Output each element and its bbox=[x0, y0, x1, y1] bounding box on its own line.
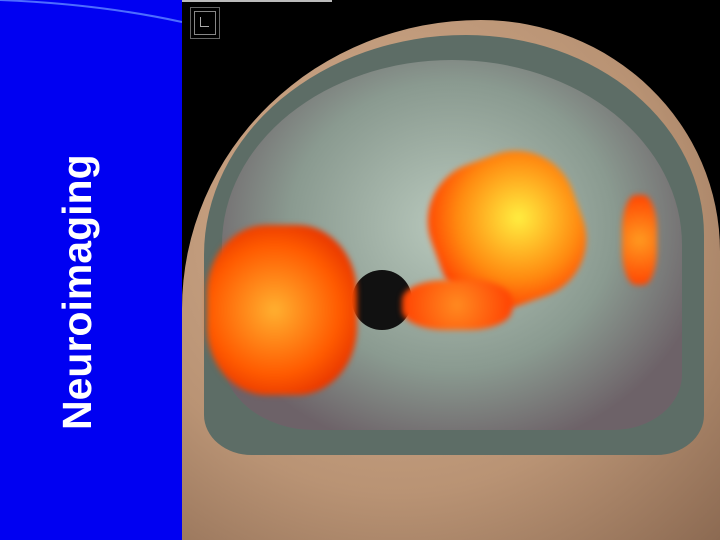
viewer-logo-icon bbox=[190, 7, 220, 39]
slide-title: Neuroimaging bbox=[54, 154, 100, 430]
brain-image bbox=[182, 0, 720, 540]
slide-sidebar: Neuroimaging bbox=[0, 0, 182, 540]
activation-central bbox=[402, 280, 512, 330]
decorative-arc bbox=[0, 0, 182, 23]
toolbar-strip bbox=[182, 0, 332, 2]
activation-occipital bbox=[207, 225, 357, 395]
activation-anterior bbox=[622, 195, 657, 285]
